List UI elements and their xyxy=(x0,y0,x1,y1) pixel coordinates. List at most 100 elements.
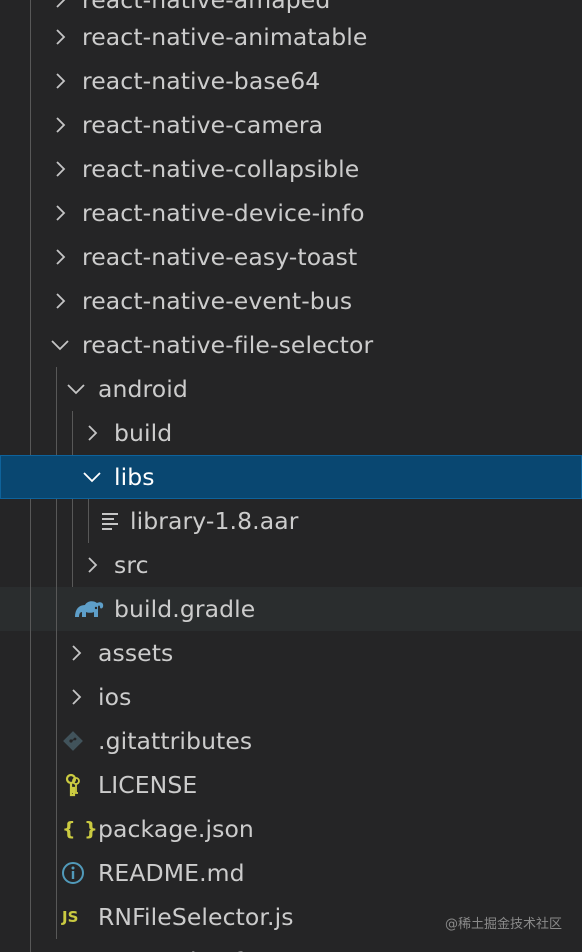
tree-item-react-native-easy-toast[interactable]: react-native-easy-toast xyxy=(0,235,582,279)
indent-guide xyxy=(30,59,31,103)
indent-guide xyxy=(30,367,31,411)
indent-guide xyxy=(56,367,57,411)
tree-item-react-native-device-info[interactable]: react-native-device-info xyxy=(0,191,582,235)
watermark: @稀土掘金技术社区 xyxy=(444,917,562,932)
tree-item-label: react-native-event-bus xyxy=(82,287,353,315)
tree-item-library-aar[interactable]: library-1.8.aar xyxy=(0,499,582,543)
chevron-right-icon[interactable] xyxy=(50,247,70,267)
indent-guide xyxy=(56,763,57,807)
indent-guide xyxy=(56,631,57,675)
chevron-down-icon[interactable] xyxy=(50,335,70,355)
indent-guide xyxy=(30,851,31,895)
indent-guide xyxy=(30,939,31,952)
info-icon xyxy=(61,861,85,885)
indent-guide xyxy=(56,675,57,719)
indent-guide xyxy=(30,675,31,719)
chevron-down-icon[interactable] xyxy=(66,379,86,399)
indent-guide xyxy=(88,499,89,543)
tree-item-react-native-animatable[interactable]: react-native-animatable xyxy=(0,15,582,59)
chevron-right-icon[interactable] xyxy=(50,27,70,47)
indent-guide xyxy=(30,499,31,543)
tree-item-label: assets xyxy=(98,639,174,667)
tree-item-license[interactable]: LICENSE xyxy=(0,763,582,807)
indent-guide xyxy=(30,103,31,147)
tree-item-label: react-native-file-selector xyxy=(82,331,374,359)
tree-item-build[interactable]: build xyxy=(0,411,582,455)
tree-item-assets[interactable]: assets xyxy=(0,631,582,675)
tree-item-android[interactable]: android xyxy=(0,367,582,411)
tree-item-build-gradle[interactable]: build.gradle xyxy=(0,587,582,631)
indent-guide xyxy=(30,587,31,631)
indent-guide xyxy=(30,411,31,455)
chevron-right-icon[interactable] xyxy=(82,555,102,575)
indent-guide xyxy=(30,235,31,279)
indent-guide xyxy=(72,411,73,455)
indent-guide xyxy=(56,543,57,587)
chevron-right-icon[interactable] xyxy=(50,0,70,10)
tree-item-label: react-native-camera xyxy=(82,111,324,139)
tree-item-label: react-native-device-info xyxy=(82,199,365,227)
indent-guide xyxy=(30,323,31,367)
tree-item-src[interactable]: src xyxy=(0,543,582,587)
indent-guide xyxy=(30,895,31,939)
git-icon xyxy=(61,729,85,753)
tree-item-react-native-collapsible[interactable]: react-native-collapsible xyxy=(0,147,582,191)
indent-guide xyxy=(56,499,57,543)
tree-item-react-native-base64[interactable]: react-native-base64 xyxy=(0,59,582,103)
tree-item-label: react-native-fs xyxy=(82,939,255,952)
indent-guide xyxy=(30,279,31,323)
license-key-icon xyxy=(61,773,85,797)
json-braces-icon: { } xyxy=(62,818,99,840)
indent-guide xyxy=(56,411,57,455)
indent-guide xyxy=(56,895,57,939)
chevron-right-icon[interactable] xyxy=(82,423,102,443)
js-icon: JS xyxy=(62,908,79,926)
tree-item-gitattributes[interactable]: .gitattributes xyxy=(0,719,582,763)
tree-item-label: react-native-animatable xyxy=(82,23,368,51)
gradle-elephant-icon xyxy=(73,597,105,621)
tree-item-label: src xyxy=(114,551,149,579)
tree-item-label: .gitattributes xyxy=(98,727,253,755)
indent-guide xyxy=(30,15,31,59)
tree-item-react-native-fs[interactable]: react-native-fs xyxy=(0,939,582,952)
tree-item-label: library-1.8.aar xyxy=(130,507,299,535)
indent-guide xyxy=(30,147,31,191)
tree-item-label: ios xyxy=(98,683,132,711)
tree-item-label: android xyxy=(98,375,188,403)
chevron-right-icon[interactable] xyxy=(50,203,70,223)
chevron-right-icon[interactable] xyxy=(66,643,86,663)
tree-item-react-native-camera[interactable]: react-native-camera xyxy=(0,103,582,147)
indent-guide xyxy=(56,719,57,763)
tree-item-label: RNFileSelector.js xyxy=(98,903,294,931)
indent-guide xyxy=(56,807,57,851)
indent-guide xyxy=(30,719,31,763)
tree-item-label: build xyxy=(114,419,173,447)
tree-item-label: README.md xyxy=(98,859,245,887)
tree-item-label: package.json xyxy=(98,815,254,843)
tree-item-ios[interactable]: ios xyxy=(0,675,582,719)
tree-item-react-native-event-bus[interactable]: react-native-event-bus xyxy=(0,279,582,323)
file-explorer-tree: react-native-amaped react-native-animata… xyxy=(0,0,582,952)
chevron-down-icon[interactable] xyxy=(82,467,102,487)
chevron-right-icon[interactable] xyxy=(66,687,86,707)
tree-item-readme[interactable]: README.md xyxy=(0,851,582,895)
tree-item-label: react-native-base64 xyxy=(82,67,321,95)
indent-guide xyxy=(56,851,57,895)
tree-item-libs[interactable]: libs xyxy=(0,455,582,499)
tree-item-react-native-file-selector[interactable]: react-native-file-selector xyxy=(0,323,582,367)
indent-guide xyxy=(30,631,31,675)
chevron-right-icon[interactable] xyxy=(50,291,70,311)
tree-item-package-json[interactable]: { } package.json xyxy=(0,807,582,851)
indent-guide xyxy=(30,807,31,851)
chevron-right-icon[interactable] xyxy=(50,115,70,135)
tree-item-label: LICENSE xyxy=(98,771,198,799)
chevron-right-icon[interactable] xyxy=(50,71,70,91)
tree-item-label: build.gradle xyxy=(114,595,256,623)
text-file-icon xyxy=(98,509,122,533)
indent-guide xyxy=(30,543,31,587)
tree-item-label: react-native-collapsible xyxy=(82,155,360,183)
chevron-right-icon[interactable] xyxy=(50,159,70,179)
tree-item-label: react-native-easy-toast xyxy=(82,243,358,271)
indent-guide xyxy=(30,763,31,807)
indent-guide xyxy=(72,499,73,543)
